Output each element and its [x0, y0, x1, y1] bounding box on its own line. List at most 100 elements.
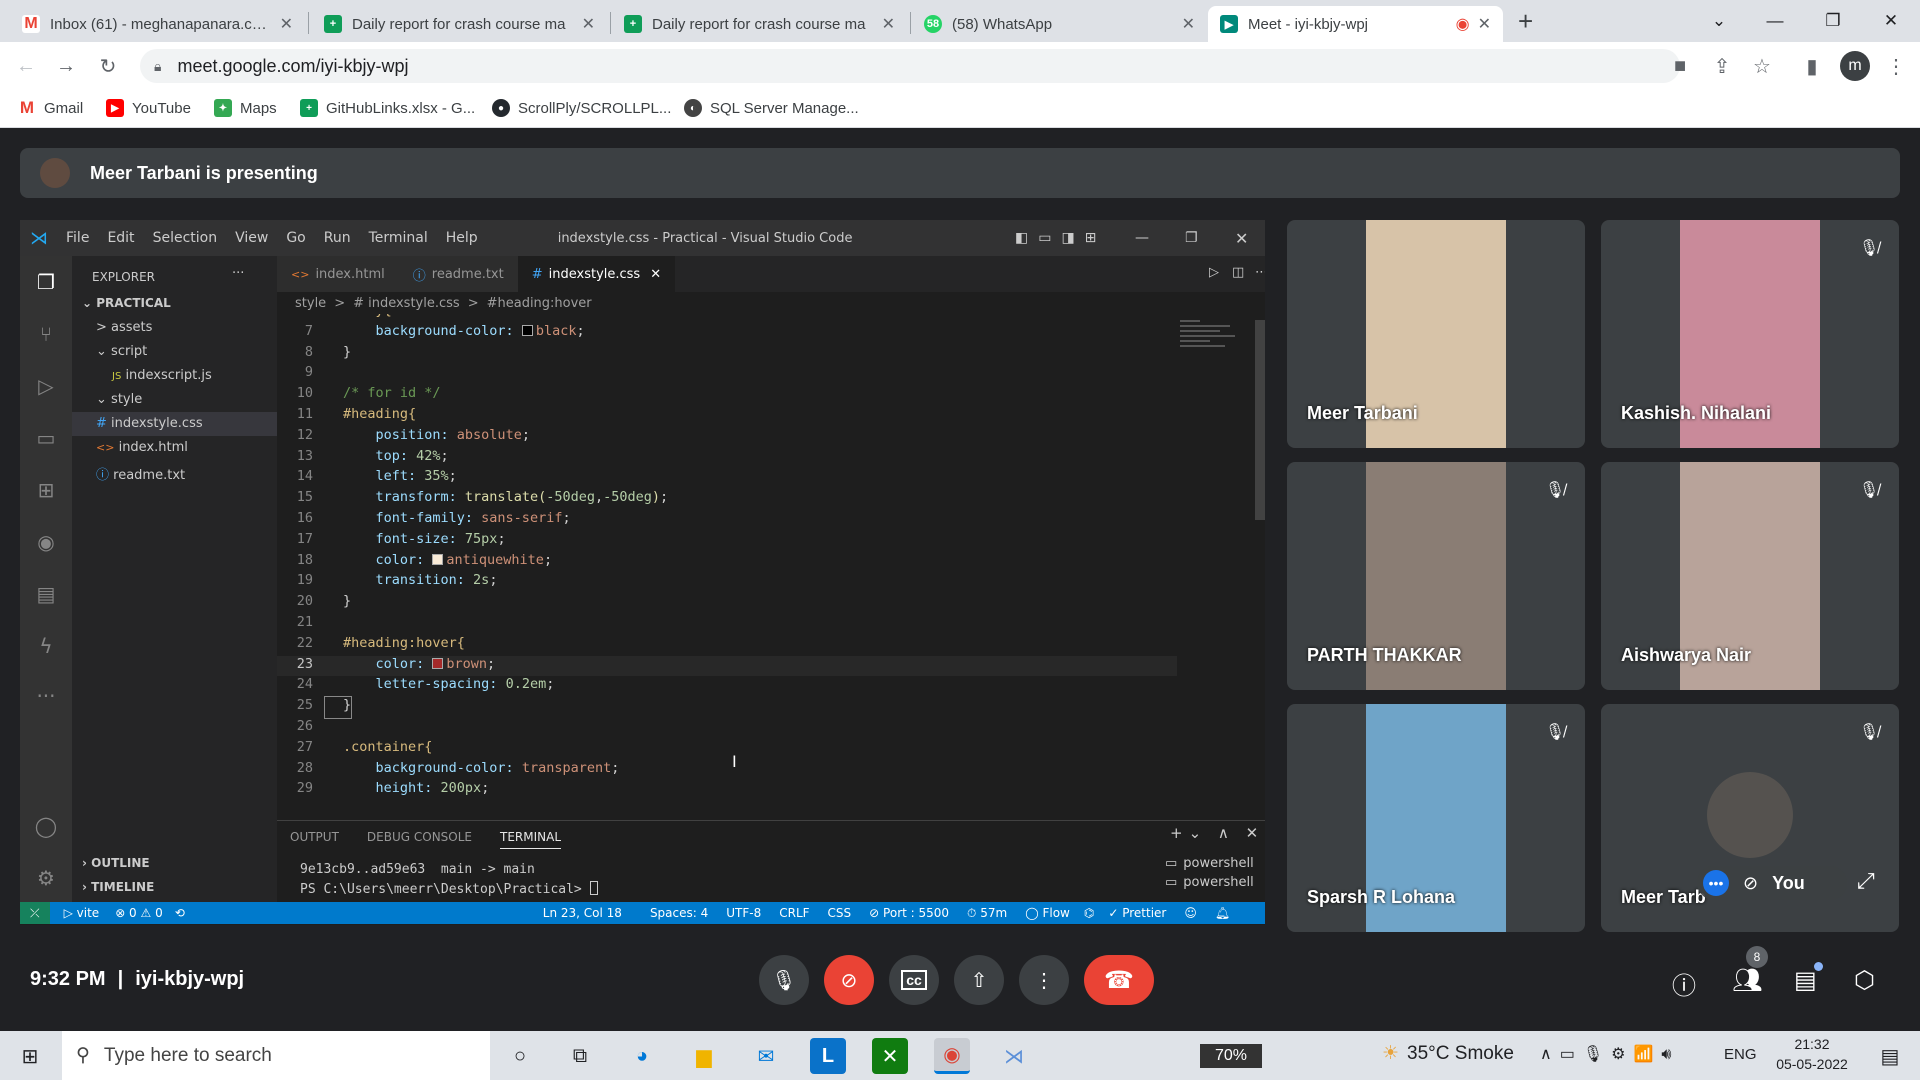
camera-toggle-button[interactable]: ⊘: [824, 955, 874, 1005]
new-tab-button[interactable]: +: [1518, 6, 1533, 37]
tree-item-indexstyle[interactable]: # indexstyle.css: [72, 412, 277, 436]
remote-explorer-icon[interactable]: ▭: [32, 424, 60, 452]
vscode-minimize-icon[interactable]: —: [1135, 230, 1149, 246]
explorer-icon[interactable]: ❐: [32, 268, 60, 296]
menu-view[interactable]: View: [235, 230, 268, 246]
app-l-icon[interactable]: L: [810, 1038, 846, 1074]
edge-icon[interactable]: ◕: [624, 1038, 660, 1074]
camera-icon[interactable]: ■: [1666, 52, 1694, 80]
github-icon[interactable]: ◉: [32, 528, 60, 556]
system-tray-icons[interactable]: ∧▭🎙︎⚙📶🔊︎: [1540, 1044, 1680, 1064]
captions-button[interactable]: cc: [889, 955, 939, 1005]
menu-kebab-icon[interactable]: ⋮: [1882, 52, 1910, 80]
tree-item-readme[interactable]: ⓘ readme.txt: [96, 464, 185, 483]
language-indicator[interactable]: ENG: [1724, 1046, 1757, 1063]
chrome-icon[interactable]: ◉: [934, 1038, 970, 1074]
browser-tab-sheets-1[interactable]: + Daily report for crash course ma ✕: [312, 6, 607, 42]
camera-off-icon[interactable]: ⊘: [1743, 873, 1758, 894]
participant-tile[interactable]: 🎙︎̸ Aishwarya Nair: [1601, 462, 1899, 690]
status-feedback-icon[interactable]: ☺: [1184, 906, 1197, 920]
extensions-icon[interactable]: ⊞: [32, 476, 60, 504]
bookmark-maps[interactable]: ✦ Maps: [214, 95, 277, 121]
end-call-button[interactable]: ☎: [1084, 955, 1154, 1005]
bookmark-scrollply[interactable]: ● ScrollPly/SCROLLPL...: [492, 95, 671, 121]
close-tab-icon[interactable]: ✕: [582, 14, 595, 34]
breadcrumb-symbol[interactable]: #heading:hover: [487, 296, 592, 311]
layout-toggle-icons[interactable]: ◧▭◨⊞: [1015, 230, 1106, 246]
vscode-taskbar-icon[interactable]: ⋊: [996, 1038, 1032, 1074]
browser-tab-whatsapp[interactable]: 58 (58) WhatsApp ✕: [912, 6, 1207, 42]
battery-indicator[interactable]: 70%: [1200, 1044, 1262, 1068]
status-flow[interactable]: ◯ Flow: [1025, 906, 1070, 920]
back-icon[interactable]: ←: [12, 52, 40, 80]
more-options-button[interactable]: ⋮: [1019, 955, 1069, 1005]
menu-run[interactable]: Run: [324, 230, 351, 246]
task-view-icon[interactable]: ⧉: [562, 1038, 598, 1074]
editor-tab-index-html[interactable]: <> index.html: [277, 256, 399, 292]
accounts-icon[interactable]: ◯: [32, 812, 60, 840]
terminal-output[interactable]: 9e13cb9..ad59e63 main -> main PS C:\Users…: [300, 860, 598, 900]
color-swatch[interactable]: [432, 657, 444, 669]
close-tab-icon[interactable]: ✕: [650, 267, 661, 282]
run-debug-icon[interactable]: ▷: [32, 372, 60, 400]
editor-tab-readme[interactable]: ⓘ readme.txt: [398, 256, 518, 292]
outline-section[interactable]: › OUTLINE: [82, 856, 150, 870]
remote-indicator-icon[interactable]: ⤫: [20, 902, 50, 924]
tab-search-icon[interactable]: ⌄: [1696, 0, 1742, 42]
more-options-icon[interactable]: •••: [1703, 870, 1729, 896]
panel-tab-terminal[interactable]: TERMINAL: [500, 830, 562, 849]
explorer-more-icon[interactable]: ···: [232, 266, 244, 281]
participant-tile[interactable]: 🎙︎̸ Sparsh R Lohana: [1287, 704, 1585, 932]
browser-tab-sheets-2[interactable]: + Daily report for crash course ma ✕: [612, 6, 907, 42]
project-root[interactable]: ⌄ PRACTICAL: [82, 296, 171, 310]
share-icon[interactable]: ⇪: [1708, 52, 1736, 80]
editor-tab-indexstyle[interactable]: # indexstyle.css ✕: [517, 256, 676, 292]
terminal-instance[interactable]: ▭ powershell: [1165, 856, 1254, 871]
bookmark-youtube[interactable]: ▶ YouTube: [106, 95, 191, 121]
minimize-icon[interactable]: —: [1752, 0, 1798, 42]
forward-icon[interactable]: →: [52, 52, 80, 80]
code-editor[interactable]: 6#body{ 7 background-color: black; 8} 9 …: [277, 314, 1177, 814]
editor-scrollbar[interactable]: [1255, 314, 1265, 794]
status-sync-icon[interactable]: ⟲: [175, 906, 185, 920]
bookmark-gmail[interactable]: M Gmail: [18, 95, 83, 121]
tree-item-assets[interactable]: > assets: [96, 320, 152, 335]
settings-gear-icon[interactable]: ⚙: [32, 864, 60, 892]
tree-item-script[interactable]: ⌄ script: [96, 344, 147, 359]
participant-tile[interactable]: 🎙︎̸ Kashish. Nihalani: [1601, 220, 1899, 448]
close-tab-icon[interactable]: ✕: [1478, 14, 1491, 34]
menu-edit[interactable]: Edit: [107, 230, 134, 246]
file-explorer-icon[interactable]: ▆: [686, 1038, 722, 1074]
status-eol[interactable]: CRLF: [779, 906, 809, 920]
docker-icon[interactable]: ▤: [32, 580, 60, 608]
status-ext-icon[interactable]: ⌬: [1084, 906, 1094, 920]
present-button[interactable]: ⇧: [954, 955, 1004, 1005]
panel-actions[interactable]: +⌄ ∧ ✕: [1170, 824, 1264, 842]
status-vite[interactable]: ▷ vite: [64, 906, 100, 920]
notifications-icon[interactable]: ▤: [1872, 1038, 1908, 1074]
profile-avatar[interactable]: m: [1840, 51, 1870, 81]
terminal-instance[interactable]: ▭ powershell: [1165, 875, 1254, 890]
taskbar-search[interactable]: ⚲ Type here to search: [62, 1031, 490, 1080]
menu-go[interactable]: Go: [286, 230, 305, 246]
vscode-close-icon[interactable]: ✕: [1235, 229, 1248, 248]
status-bell-icon[interactable]: 🔔︎: [1215, 906, 1230, 920]
thunder-icon[interactable]: ϟ: [32, 632, 60, 660]
status-problems[interactable]: ⊗ 0 ⚠ 0: [115, 906, 163, 920]
windows-start-icon[interactable]: ⊞: [12, 1038, 48, 1074]
expand-icon[interactable]: ⤢: [1857, 868, 1875, 894]
weather-widget[interactable]: ☀ 35°C Smoke: [1382, 1042, 1514, 1065]
breadcrumb-file[interactable]: # indexstyle.css: [353, 296, 460, 311]
status-cursor-position[interactable]: Ln 23, Col 18: [543, 906, 622, 920]
timeline-section[interactable]: › TIMELINE: [82, 880, 154, 894]
source-control-icon[interactable]: ⑂: [32, 320, 60, 348]
status-prettier[interactable]: ✓ Prettier: [1108, 906, 1166, 920]
browser-tab-gmail[interactable]: M Inbox (61) - meghanapanara.ca@ ✕: [10, 6, 305, 42]
mail-icon[interactable]: ✉: [748, 1038, 784, 1074]
maximize-icon[interactable]: ❐: [1810, 0, 1856, 42]
side-panel-icon[interactable]: ▮: [1798, 52, 1826, 80]
panel-tab-debug-console[interactable]: DEBUG CONSOLE: [367, 830, 472, 849]
xbox-icon[interactable]: ✕: [872, 1038, 908, 1074]
tree-item-index-html[interactable]: <> index.html: [96, 440, 188, 455]
editor-more-icon[interactable]: ⋯: [1255, 265, 1265, 280]
